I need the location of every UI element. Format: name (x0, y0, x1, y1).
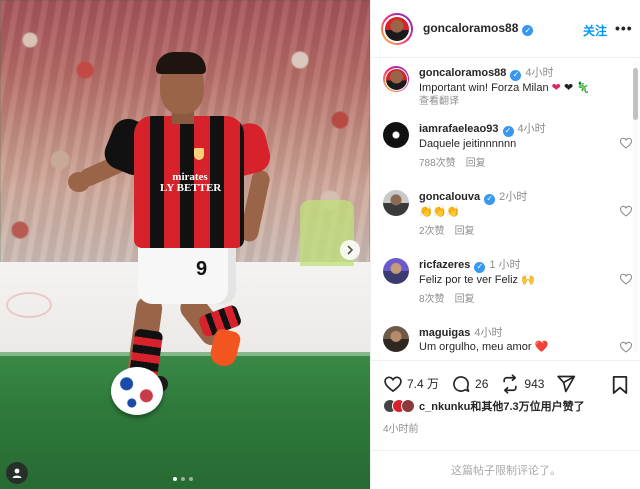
liked-by[interactable]: c_nkunku和其他7.3万位用户赞了 (383, 398, 585, 414)
caption-time: 4小时 (525, 67, 554, 79)
comment-item: iamrafaeleao93 ✓ 4小时 Daquele jeitinnnnnn 7… (383, 122, 633, 171)
comment-username[interactable]: maguigas (419, 327, 470, 339)
comment-text: Feliz por te ver Feliz 🙌 (419, 273, 535, 286)
repost-icon (503, 373, 518, 394)
share-button[interactable] (556, 374, 580, 394)
repost-button[interactable]: 943 (500, 373, 545, 394)
chevron-right-icon (347, 245, 354, 255)
comment-meta: 2次赞 回复 (419, 225, 629, 239)
verified-badge-icon: ✓ (484, 193, 496, 205)
heart-icon[interactable] (619, 340, 633, 354)
comments-scrollbar[interactable] (633, 62, 638, 352)
carousel-dot (173, 477, 177, 481)
black-heart-icon: ❤ (563, 81, 574, 94)
heart-icon[interactable] (619, 204, 633, 218)
comment-likes[interactable]: 8次赞 (419, 294, 445, 305)
carousel-dot (189, 477, 193, 481)
caption-avatar[interactable] (383, 66, 409, 92)
send-icon (557, 375, 576, 392)
comment-item: ricfazeres ✓ 1 小时 Feliz por te ver Feliz 🙌… (383, 258, 633, 307)
author-avatar-ring[interactable] (381, 12, 413, 45)
comment-time: 1 小时 (489, 259, 521, 271)
caption-username[interactable]: goncaloramos88 (419, 67, 506, 79)
red-heart-icon: ❤ (551, 81, 561, 94)
verified-badge-icon: ✓ (522, 25, 534, 36)
player-figure: 9 mirates LY BETTER (0, 0, 370, 489)
football (111, 367, 163, 415)
follow-button[interactable]: 关注 (583, 22, 607, 39)
caption: goncaloramos88 ✓ 4小时 Important win! Forza … (383, 66, 629, 109)
post-timestamp: 4小时前 (383, 424, 419, 435)
comment-text: 👏👏👏 (419, 205, 461, 218)
commenter-avatar[interactable] (383, 190, 409, 216)
comment-time: 2小时 (499, 191, 528, 203)
comment-meta: 788次赞 回复 (419, 157, 629, 171)
verified-badge-icon: ✓ (502, 125, 514, 137)
comment-meta: 8次赞 回复 (419, 293, 629, 307)
comment-text: Daquele jeitinnnnnn (419, 137, 517, 150)
verified-badge-icon: ✓ (474, 261, 486, 273)
scrollbar-thumb[interactable] (633, 68, 638, 120)
lizard-emoji-icon: 🦎 (576, 81, 590, 94)
post-photo[interactable]: 9 mirates LY BETTER (0, 0, 370, 489)
reply-button[interactable]: 回复 (466, 158, 486, 169)
carousel-dot (181, 477, 185, 481)
comment-text: Um orgulho, meu amor ❤️ (419, 341, 549, 353)
liked-by-text: c_nkunku和其他7.3万位用户赞了 (419, 401, 585, 413)
see-translation-link[interactable]: 查看翻译 (419, 95, 629, 109)
comment-likes[interactable]: 788次赞 (419, 158, 456, 169)
comment-item: goncalouva ✓ 2小时 👏👏👏 2次赞 回复 (383, 190, 633, 239)
comment-username[interactable]: iamrafaeleao93 (419, 123, 499, 135)
comment-item: maguigas 4小时 Um orgulho, meu amor ❤️ (383, 326, 633, 354)
comments-count: 26 (475, 376, 489, 391)
heart-icon (384, 375, 402, 392)
comments-list: goncaloramos88 ✓ 4小时 Important win! Forza … (371, 58, 633, 360)
post-header: goncaloramos88 ✓ 关注 ••• (371, 0, 640, 58)
author-username-text: goncaloramos88 (423, 21, 519, 35)
bookmark-icon[interactable] (611, 375, 629, 395)
heart-icon[interactable] (619, 136, 633, 150)
tagged-users-button[interactable] (6, 462, 28, 484)
author-username[interactable]: goncaloramos88 ✓ (423, 21, 534, 36)
comment-likes[interactable]: 2次赞 (419, 226, 445, 237)
avatar (384, 67, 408, 91)
next-slide-button[interactable] (340, 240, 360, 260)
user-icon (12, 468, 22, 478)
caption-text-content: Important win! Forza Milan (419, 81, 549, 94)
comments-restricted-notice: 这篇帖子限制评论了。 (371, 450, 640, 489)
comment-username[interactable]: ricfazeres (419, 259, 470, 271)
commenter-avatar[interactable] (383, 326, 409, 352)
likes-count: 7.4 万 (407, 377, 440, 391)
carousel-dots (173, 477, 193, 481)
comment-bubble-icon (453, 375, 470, 392)
comment-time: 4小时 (474, 327, 503, 339)
reposts-count: 943 (524, 376, 545, 391)
comment-username[interactable]: goncalouva (419, 191, 480, 203)
like-button[interactable]: 7.4 万 (383, 374, 439, 394)
reply-button[interactable]: 回复 (455, 226, 475, 237)
commenter-avatar[interactable] (383, 258, 409, 284)
club-crest (194, 148, 204, 160)
shirt-sponsor: mirates LY BETTER (160, 171, 222, 194)
more-options-icon[interactable]: ••• (615, 20, 633, 36)
comment-time: 4小时 (517, 123, 546, 135)
liker-avatar (401, 399, 415, 413)
post-side-panel: goncaloramos88 ✓ 关注 ••• goncaloramos88 ✓ 4小… (370, 0, 640, 489)
commenter-avatar[interactable] (383, 122, 409, 148)
heart-icon[interactable] (619, 272, 633, 286)
verified-badge-icon: ✓ (510, 69, 522, 81)
avatar (383, 14, 411, 43)
caption-text: Important win! Forza Milan ❤ ❤ 🦎 (419, 81, 629, 95)
comment-button[interactable]: 26 (451, 374, 488, 394)
shorts-number: 9 (196, 258, 208, 280)
reply-button[interactable]: 回复 (455, 294, 475, 305)
